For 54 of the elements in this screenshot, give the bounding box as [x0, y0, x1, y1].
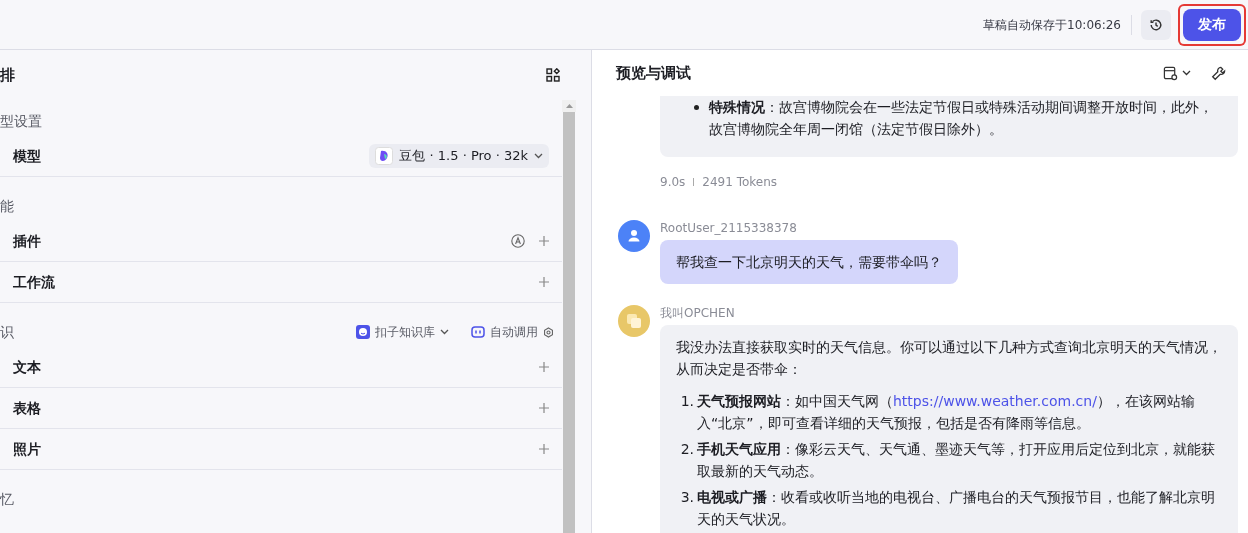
chevron-down-icon [534, 153, 543, 159]
chevron-down-icon [440, 329, 449, 335]
list-item-text: 电视或广播：收看或收听当地的电视台、广播电台的天气预报节目，也能了解北京明天的天气状况。 [696, 488, 1216, 529]
add-icon[interactable] [539, 236, 549, 246]
history-icon [1149, 17, 1163, 32]
list-number: 1. [679, 392, 695, 411]
model-selector[interactable]: 豆包 · 1.5 · Pro · 32k [369, 144, 549, 168]
scrollbar[interactable] [562, 100, 576, 533]
section-heading: 型设置 [0, 111, 42, 131]
debug-options-button[interactable] [1163, 65, 1191, 81]
publish-button[interactable]: 发布 [1183, 8, 1241, 41]
sender-name: RootUser_2115338378 [660, 220, 798, 237]
list-number: 2. [679, 440, 695, 459]
wrench-icon[interactable] [1211, 65, 1226, 81]
section-heading: 识 [0, 322, 14, 342]
settings-icon [543, 326, 554, 338]
sender-name: 我叫OPCHEN [660, 305, 736, 322]
knowledge-dropdown[interactable]: 扣子知识库 [356, 323, 449, 341]
list-number: 3. [679, 488, 695, 507]
add-icon[interactable] [539, 444, 549, 454]
section-heading: 能 [0, 196, 14, 216]
history-button[interactable] [1141, 9, 1171, 40]
response-time: 9.0s [660, 174, 686, 191]
add-icon[interactable] [539, 403, 549, 413]
list-item-text: 特殊情况：故宫博物院会在一些法定节假日或特殊活动期间调整开放时间，此外，故宫博物院全年周一闭馆（法定节假日除外）。 [709, 98, 1214, 139]
link[interactable]: https://www.weather.com.cn/ [893, 393, 1097, 409]
grid-icon[interactable] [546, 68, 560, 82]
save-status: 草稿自动保存于10:06:26 [983, 16, 1121, 34]
document-settings-icon [1163, 65, 1178, 81]
token-count: 2491 Tokens [702, 174, 778, 191]
item-label: 照片 [13, 439, 41, 459]
panel-title: 排 [0, 64, 15, 86]
item-label: 表格 [13, 398, 41, 418]
auto-icon[interactable] [511, 234, 525, 248]
item-label: 工作流 [13, 272, 55, 292]
list-item-text: 天气预报网站：如中国天气网（https://www.weather.com.cn/），在该网站输入“北京”，即可查看详细的天气预报，包括是否有降雨等信息。 [696, 392, 1196, 433]
user-avatar [618, 220, 650, 252]
section-heading: 忆 [0, 489, 14, 509]
panel-title: 预览与调试 [616, 62, 691, 84]
add-icon[interactable] [539, 277, 549, 287]
model-logo-icon [375, 147, 394, 165]
item-label: 模型 [13, 146, 41, 166]
scroll-up-icon[interactable] [565, 104, 573, 108]
item-label: 插件 [13, 231, 41, 251]
bot-icon [356, 325, 370, 339]
auto-call-setting[interactable]: 自动调用 [471, 323, 554, 341]
message-text: 我没办法直接获取实时的天气信息。你可以通过以下几种方式查询北京明天的天气情况，从而决定是否带伞： [676, 338, 1223, 379]
robot-icon [471, 326, 485, 338]
message-bubble: 帮我查一下北京明天的天气，需要带伞吗？ [660, 240, 958, 284]
chevron-down-icon [1182, 70, 1191, 76]
list-item-text: 手机天气应用：像彩云天气、天气通、墨迹天气等，打开应用后定位到北京，就能获取最新的天气动态。 [696, 440, 1216, 481]
add-icon[interactable] [539, 362, 549, 372]
bot-avatar [618, 305, 650, 337]
item-label: 文本 [13, 357, 41, 377]
